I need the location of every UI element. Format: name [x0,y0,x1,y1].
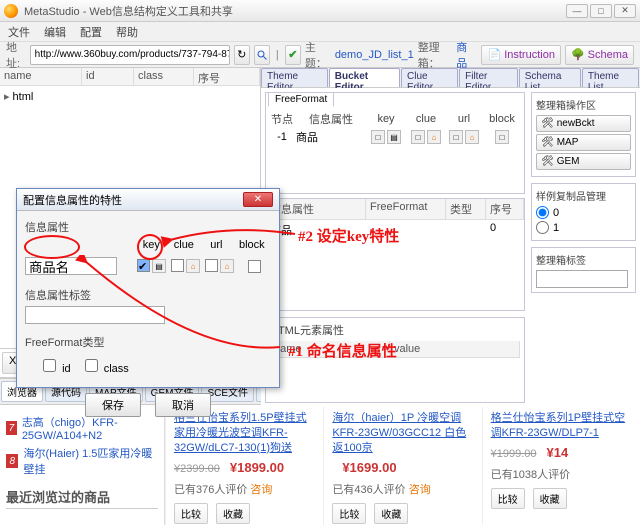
attr-grid-row[interactable]: 商品 0 [266,220,524,240]
cancel-button[interactable]: 取消 [155,393,211,417]
map-button[interactable]: 🛠MAP [536,134,631,151]
side-ops-title: 整理箱操作区 [536,97,631,112]
tools-icon: 🛠 [541,156,554,167]
maximize-button[interactable]: □ [590,4,612,18]
freeformat-tab[interactable]: FreeFormat [268,92,334,107]
attr-tag-input[interactable] [25,306,165,324]
chk-block[interactable] [248,260,261,273]
org-link[interactable]: 商品 [456,39,473,71]
product-card: 海尔（haier）1P 冷暖空调 KFR-23GW/03GCC12 白色 返10… [323,405,481,525]
tab-filter-editor[interactable]: Filter Editor [459,68,518,87]
fav-button[interactable]: 收藏 [216,503,250,524]
product-title[interactable]: 海尔（haier）1P 冷暖空调 KFR-23GW/03GCC12 白色 返10… [332,412,466,454]
refresh-button[interactable]: ↻ [234,45,250,65]
tab-clue-editor[interactable]: Clue Editor [401,68,458,87]
dialog-tag-label: 信息属性标签 [25,287,271,303]
dialog-attr-label: 信息属性 [25,219,271,235]
dialog-ff-label: FreeFormat类型 [25,334,271,350]
tab-schema-list[interactable]: Schema List [519,68,581,87]
url-cell-icon[interactable]: □ [449,130,463,144]
new-bucket-button[interactable]: 🛠newBckt [536,115,631,132]
freeformat-group: FreeFormat 节点 信息属性 key clue url block -1… [265,92,525,194]
doc-icon: 📄 [487,48,501,61]
subject-link[interactable]: demo_JD_list_1 [335,49,414,61]
menu-edit[interactable]: 编辑 [44,24,66,40]
window-title: MetaStudio - Web信息结构定义工具和共享 [24,3,233,19]
schema-button[interactable]: 🌳Schema [565,45,634,65]
save-button[interactable]: 保存 [85,393,141,417]
note-icon[interactable]: ▤ [152,259,166,273]
fav-button[interactable]: 收藏 [374,503,408,524]
bucket-label-input[interactable] [536,270,628,288]
link-icon[interactable]: ⌂ [465,130,479,144]
block-cell-icon[interactable]: □ [495,130,509,144]
compare-button[interactable]: 比较 [332,503,366,524]
home-icon[interactable]: ⌂ [186,259,200,273]
freeformat-row[interactable]: -1 商品 □▤ □⌂ □⌂ □ [268,127,522,147]
side-panel: 整理箱操作区 🛠newBckt 🛠MAP 🛠GEM 样例复制品管理 0 1 整理… [531,92,636,403]
tree-icon: 🌳 [571,48,585,61]
search-button[interactable] [254,45,270,65]
product-card: 格兰仕怡宝系列1P壁挂式空调KFR-23GW/DLP7-1 ¥1999.00¥1… [482,405,640,525]
recent-heading: 最近浏览过的商品 [6,487,158,509]
config-attr-dialog: 配置信息属性的特性 ✕ 信息属性 key clue url block ✔▤ ⌂… [16,188,280,388]
expand-icon[interactable]: ▸ [4,90,10,104]
gem-button[interactable]: 🛠GEM [536,153,631,170]
address-label: 地址: [6,39,26,71]
chk-url[interactable] [205,259,218,272]
right-panel: Theme Editor Bucket Editor Clue Editor F… [261,68,640,377]
close-button[interactable]: ✕ [614,4,636,18]
org-label: 整理箱： [418,39,453,71]
attr-grid: 信息属性 FreeFormat 类型 序号 商品 0 [265,198,525,311]
chk-clue[interactable] [171,259,184,272]
window-titlebar: MetaStudio - Web信息结构定义工具和共享 — □ ✕ [0,0,640,22]
menu-config[interactable]: 配置 [80,24,102,40]
confirm-button[interactable]: ✔ [285,45,301,65]
tools-icon: 🛠 [541,137,554,148]
editor-tabs: Theme Editor Bucket Editor Clue Editor F… [261,68,640,88]
home-icon[interactable]: ⌂ [427,130,441,144]
subject-label: 主题： [305,39,331,71]
dialog-close-button[interactable]: ✕ [243,192,273,207]
tab-bucket-editor[interactable]: Bucket Editor [329,68,400,87]
fav-button[interactable]: 收藏 [533,488,567,509]
chk-key[interactable]: ✔ [137,259,150,272]
tree-row-html[interactable]: ▸ html [4,90,256,104]
side-label-title: 整理箱标签 [536,252,631,267]
url-combo[interactable]: http://www.360buy.com/products/737-794-8… [30,45,230,65]
chk-id[interactable]: id [39,356,71,375]
toolbar: 地址: http://www.360buy.com/products/737-7… [0,42,640,68]
product-title[interactable]: 格兰仕怡宝系列1P壁挂式空调KFR-23GW/DLP7-1 [491,412,625,439]
instruction-button[interactable]: 📄Instruction [481,45,560,65]
menu-help[interactable]: 帮助 [116,24,138,40]
url-text: http://www.360buy.com/products/737-794-8… [35,49,230,60]
compare-button[interactable]: 比较 [174,503,208,524]
home-icon[interactable]: ⌂ [220,259,234,273]
tab-theme-list[interactable]: Theme List [582,68,639,87]
key-cell-icon[interactable]: □ [371,130,385,144]
side-sample-title: 样例复制品管理 [536,188,631,203]
search-icon [256,49,268,61]
chk-class[interactable]: class [81,356,129,375]
tab-theme-editor[interactable]: Theme Editor [261,68,328,87]
menu-file[interactable]: 文件 [8,24,30,40]
dialog-title: 配置信息属性的特性 [23,192,122,208]
minimize-button[interactable]: — [566,4,588,18]
left-grid-header: name id class 序号 [0,68,260,86]
tools-icon: 🛠 [541,118,554,129]
compare-button[interactable]: 比较 [491,488,525,509]
rank-item[interactable]: 8海尔(Haier) 1.5匹家用冷暖壁挂 [6,445,158,477]
attr-name-input[interactable] [25,257,117,275]
html-attr-section: HTML元素属性 name value [265,317,525,403]
radio-1[interactable]: 1 [536,221,631,234]
clue-cell-icon[interactable]: □ [411,130,425,144]
note-icon[interactable]: ▤ [387,130,401,144]
radio-0[interactable]: 0 [536,206,631,219]
firefox-icon [4,4,18,18]
